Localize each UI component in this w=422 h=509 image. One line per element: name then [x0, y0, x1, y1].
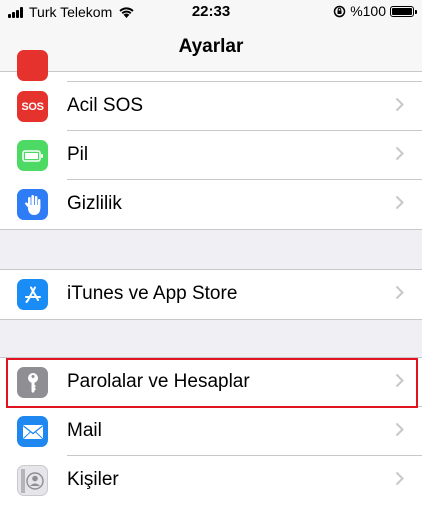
- page-title: Ayarlar: [178, 36, 244, 57]
- settings-row-label: Gizlilik: [67, 193, 122, 214]
- settings-row-label: iTunes ve App Store: [67, 283, 238, 304]
- settings-row-label: Pil: [67, 144, 89, 165]
- settings-group-accounts: Parolalar ve Hesaplar Mail Kişiler: [0, 357, 422, 509]
- key-icon: [17, 367, 48, 398]
- chevron-right-icon: [395, 195, 404, 210]
- chevron-right-icon: [395, 373, 404, 388]
- settings-row-label: Parolalar ve Hesaplar: [67, 371, 250, 392]
- settings-group-clipped: [0, 50, 422, 82]
- chevron-right-icon: [395, 471, 404, 486]
- status-bar: Turk Telekom 22:33 %100: [0, 0, 422, 24]
- sos-icon: SOS: [17, 91, 48, 122]
- settings-row-emergency-sos[interactable]: SOS Acil SOS: [0, 82, 422, 131]
- notifications-icon: [17, 50, 48, 81]
- status-right: %100: [333, 3, 417, 19]
- battery-status-icon: [390, 5, 417, 17]
- hand-icon: [17, 189, 48, 220]
- battery-percentage: %100: [350, 3, 386, 19]
- settings-group-system: SOS Acil SOS Pil Gizlilik: [0, 82, 422, 230]
- settings-row-mail[interactable]: Mail: [0, 407, 422, 456]
- navigation-bar: Ayarlar: [0, 24, 422, 72]
- contacts-icon: [17, 465, 48, 496]
- rotation-lock-icon: [333, 5, 346, 17]
- settings-row-itunes-app-store[interactable]: iTunes ve App Store: [0, 270, 422, 319]
- battery-icon: [17, 140, 48, 171]
- chevron-right-icon: [395, 422, 404, 437]
- chevron-right-icon: [395, 285, 404, 300]
- settings-row-passwords-accounts[interactable]: Parolalar ve Hesaplar: [0, 358, 422, 407]
- settings-row-label: Kişiler: [67, 469, 119, 490]
- settings-row-label: Acil SOS: [67, 95, 144, 116]
- chevron-right-icon: [395, 146, 404, 161]
- app-store-icon: [17, 279, 48, 310]
- settings-group-store: iTunes ve App Store: [0, 269, 422, 320]
- mail-icon: [17, 416, 48, 447]
- settings-row-label: Mail: [67, 420, 102, 441]
- chevron-right-icon: [395, 97, 404, 112]
- settings-row-privacy[interactable]: Gizlilik: [0, 180, 422, 229]
- settings-row-battery[interactable]: Pil: [0, 131, 422, 180]
- settings-row-contacts[interactable]: Kişiler: [0, 456, 422, 505]
